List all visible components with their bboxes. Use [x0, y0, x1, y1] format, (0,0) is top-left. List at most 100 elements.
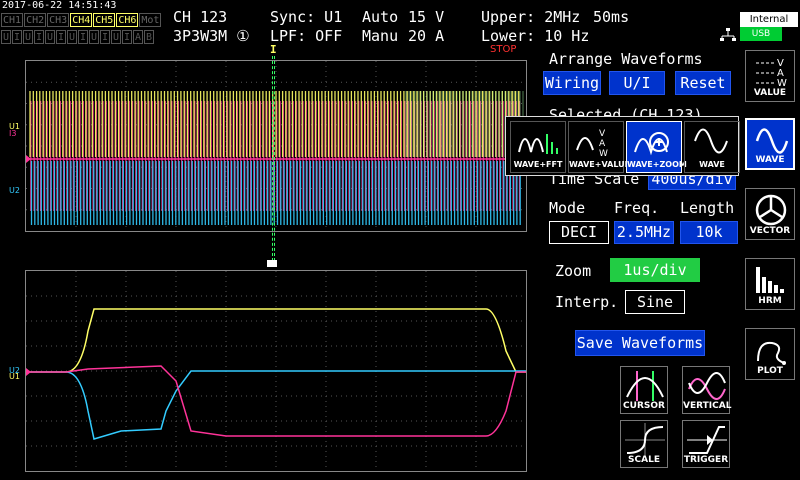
trigger-tool-label: TRIGGER: [683, 455, 729, 465]
cursor-icon: [626, 371, 664, 401]
save-waveforms-button[interactable]: Save Waveforms: [575, 330, 705, 356]
length-value[interactable]: 10k: [680, 221, 738, 244]
storage-internal: Internal: [740, 12, 798, 27]
channel-selector: CH1 CH2 CH3 CH4 CH5 CH6 Mot: [1, 13, 162, 27]
network-icon: [720, 28, 736, 41]
trace-label-u1-zoom: U1: [9, 372, 20, 381]
vertical-tool-label: VERTICAL: [683, 401, 732, 411]
side-wave-label: WAVE: [755, 155, 785, 165]
upper-filter: Upper: 2MHz: [481, 8, 581, 26]
usb-indicator: USB: [740, 27, 782, 41]
channel-ch6[interactable]: CH6: [116, 13, 139, 27]
scale-tool-button[interactable]: SCALE: [620, 420, 668, 468]
waveform-zoom-panel[interactable]: [25, 270, 527, 472]
length-label: Length: [680, 199, 735, 217]
zoom-cursor-handle[interactable]: [267, 260, 277, 267]
cursor-tool-label: CURSOR: [623, 401, 665, 411]
value-icon: V A W: [756, 58, 787, 89]
wave-fft-label: WAVE+FFT: [513, 160, 563, 169]
wave-icon: [755, 128, 789, 154]
wave-icon: [694, 128, 728, 154]
ui-indicator: B: [144, 30, 154, 44]
channel-ch4[interactable]: CH4: [70, 13, 93, 27]
zoom-cursor-line[interactable]: [272, 56, 275, 261]
ui-indicator: I: [78, 30, 88, 44]
harmonics-icon: [756, 267, 784, 293]
ui-indicator: U: [67, 30, 77, 44]
wave-value-label: WAVE+VALUE: [569, 160, 631, 169]
wave-mode-popup: WAVE+FFT V A W WAVE+VALUE WAVE+ZOOM WAVE: [505, 116, 740, 176]
trigger-tool-button[interactable]: TRIGGER: [682, 420, 730, 468]
zero-marker: [26, 368, 31, 376]
zoom-value[interactable]: 1us/div: [610, 258, 700, 282]
waveform-overview-panel[interactable]: [25, 60, 527, 232]
lower-filter: Lower: 10 Hz: [481, 27, 590, 45]
wave-option[interactable]: WAVE: [684, 121, 740, 173]
vertical-tool-button[interactable]: VERTICAL: [682, 366, 732, 414]
ui-indicator: I: [100, 30, 110, 44]
ui-indicator: I: [122, 30, 132, 44]
ui-indicator: U: [111, 30, 121, 44]
interp-label: Interp.: [555, 293, 619, 311]
channel-mot[interactable]: Mot: [139, 13, 162, 27]
freq-label: Freq.: [614, 199, 660, 217]
cursor-tool-button[interactable]: CURSOR: [620, 366, 668, 414]
svg-text:V: V: [599, 129, 606, 139]
svg-text:W: W: [599, 149, 608, 158]
mode-label: Mode: [549, 199, 586, 217]
ui-indicator: U: [23, 30, 33, 44]
zoom-waveform-plot: [26, 271, 526, 471]
channel-ch3[interactable]: CH3: [47, 13, 70, 27]
datetime: 2017-06-22 14:51:43: [2, 0, 117, 11]
side-hrm-label: HRM: [758, 296, 782, 306]
wiring-badge: ①: [236, 27, 250, 45]
trigger-icon: [687, 426, 727, 454]
wave-fft-option[interactable]: WAVE+FFT: [510, 121, 566, 173]
channel-ch1[interactable]: CH1: [1, 13, 24, 27]
vector-icon: [755, 194, 787, 226]
interp-value[interactable]: Sine: [625, 290, 685, 314]
scale-icon: [625, 423, 665, 457]
wave-zoom-icon: [634, 132, 669, 156]
sync-source: Sync: U1: [270, 8, 343, 26]
svg-text:A: A: [599, 139, 606, 149]
channel-ch2[interactable]: CH2: [24, 13, 47, 27]
ui-indicator: U: [45, 30, 55, 44]
side-value-button[interactable]: V A W VALUE: [745, 50, 795, 102]
side-vector-label: VECTOR: [749, 226, 791, 236]
ui-indicator: U: [1, 30, 11, 44]
ui-button[interactable]: U/I: [609, 71, 665, 95]
wave-zoom-option[interactable]: WAVE+ZOOM: [626, 121, 687, 173]
mode-value[interactable]: DECI: [549, 221, 609, 244]
side-plot-label: PLOT: [757, 366, 783, 376]
ui-indicator: I: [56, 30, 66, 44]
current-range-value: 20 A: [408, 27, 445, 45]
wave-label: WAVE: [699, 160, 725, 169]
zoom-cursor-marker[interactable]: I: [270, 43, 277, 56]
trace-label-u2: U2: [9, 186, 20, 195]
reset-button[interactable]: Reset: [675, 71, 731, 95]
wave-value-option[interactable]: V A W WAVE+VALUE: [568, 121, 631, 173]
channel-label: CH 123: [173, 8, 228, 26]
freq-value[interactable]: 2.5MHz: [614, 221, 674, 244]
acquisition-status: STOP: [490, 44, 517, 55]
vertical-scale-icon: [688, 372, 726, 400]
ui-indicator: A: [133, 30, 143, 44]
side-hrm-button[interactable]: HRM: [745, 258, 795, 310]
side-plot-button[interactable]: PLOT: [745, 328, 795, 380]
voltage-range-value: 15 V: [408, 8, 445, 26]
ui-indicator: I: [12, 30, 22, 44]
channel-ch5[interactable]: CH5: [93, 13, 116, 27]
trace-u1-zoom: [26, 308, 526, 373]
side-vector-button[interactable]: VECTOR: [745, 188, 795, 240]
scale-tool-label: SCALE: [628, 455, 660, 465]
voltage-range-mode: Auto: [362, 8, 399, 26]
arrange-waveforms-title: Arrange Waveforms: [549, 50, 703, 68]
time-window: 50ms: [593, 8, 630, 26]
wave-fft-icon: [518, 134, 558, 154]
zoom-label: Zoom: [555, 262, 592, 280]
wiring-button[interactable]: Wiring: [543, 71, 601, 95]
side-value-label: VALUE: [753, 88, 787, 98]
side-wave-button[interactable]: WAVE: [745, 118, 795, 170]
ui-indicator: I: [34, 30, 44, 44]
